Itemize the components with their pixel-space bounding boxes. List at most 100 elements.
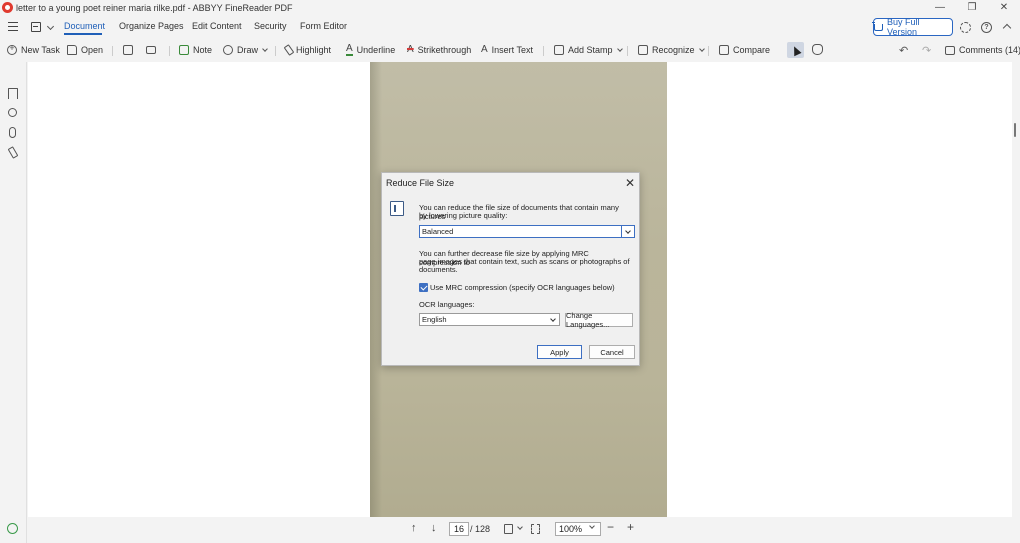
chevron-down-icon xyxy=(589,523,595,529)
chevron-down-icon xyxy=(549,315,556,322)
tab-document[interactable]: Document xyxy=(64,21,105,31)
select-tool-button[interactable] xyxy=(787,42,804,58)
highlighter-icon xyxy=(283,44,295,56)
zoom-select[interactable]: 100% xyxy=(555,522,601,536)
signature-icon[interactable] xyxy=(7,146,19,159)
zoom-value: 100% xyxy=(559,524,583,534)
zoom-out-button[interactable]: − xyxy=(607,520,614,534)
window-controls: — ❐ ✕ xyxy=(924,0,1020,15)
picture-quality-select[interactable]: Balanced xyxy=(419,225,635,238)
open-label: Open xyxy=(81,45,104,55)
menu-bar: Document Organize Pages Edit Content Sec… xyxy=(0,16,1020,38)
abbyy-logo-icon xyxy=(2,2,13,13)
folder-icon xyxy=(67,45,77,55)
toolbar-divider xyxy=(708,46,709,56)
add-stamp-label: Add Stamp xyxy=(568,45,613,55)
insert-text-icon: A xyxy=(481,44,488,55)
chevron-down-icon xyxy=(616,46,623,52)
cancel-button[interactable]: Cancel xyxy=(589,345,635,359)
tab-organize-pages[interactable]: Organize Pages xyxy=(119,21,184,31)
add-stamp-button[interactable]: Add Stamp xyxy=(554,43,623,57)
highlight-label: Highlight xyxy=(296,45,332,55)
compare-button[interactable]: Compare xyxy=(719,43,770,57)
save-options-chevron-icon[interactable] xyxy=(46,22,55,31)
minimize-button[interactable]: — xyxy=(924,0,956,15)
toolbar: New Task Open Note Draw Highlight A Unde… xyxy=(0,39,1020,61)
recognize-button[interactable]: Recognize xyxy=(638,43,705,57)
toolbar-divider xyxy=(169,46,170,56)
compare-icon xyxy=(719,45,729,55)
tab-edit-content[interactable]: Edit Content xyxy=(192,21,242,31)
toolbar-divider xyxy=(627,46,628,56)
apply-button[interactable]: Apply xyxy=(537,345,582,359)
document-icon xyxy=(390,201,404,216)
pointer-icon xyxy=(789,44,802,56)
undo-icon[interactable]: ↶ xyxy=(899,44,908,57)
page-number-input[interactable]: 16 xyxy=(449,522,469,536)
help-icon[interactable]: ? xyxy=(981,22,992,33)
previous-page-button[interactable]: ↑ xyxy=(411,522,417,534)
underline-button[interactable]: A Underline xyxy=(346,43,395,57)
cart-icon xyxy=(872,21,883,31)
status-bar xyxy=(28,517,1012,543)
insert-text-button[interactable]: A Insert Text xyxy=(481,43,533,57)
comments-label: Comments (14) xyxy=(959,45,1020,55)
ocr-dropdown-button[interactable] xyxy=(546,314,559,325)
print-button[interactable] xyxy=(123,43,133,57)
fit-page-icon[interactable] xyxy=(531,524,540,534)
hamburger-menu-icon[interactable] xyxy=(8,22,18,31)
tab-security[interactable]: Security xyxy=(254,21,287,31)
restore-button[interactable]: ❐ xyxy=(956,0,988,15)
window-title: letter to a young poet reiner maria rilk… xyxy=(16,2,293,13)
settings-gear-icon[interactable] xyxy=(960,22,971,33)
tab-form-editor[interactable]: Form Editor xyxy=(300,21,347,31)
search-icon[interactable] xyxy=(8,108,17,117)
mrc-checkbox-label[interactable]: Use MRC compression (specify OCR languag… xyxy=(430,283,644,293)
active-tab-indicator xyxy=(64,33,102,35)
comments-button[interactable]: Comments (14) xyxy=(945,43,1020,57)
new-task-label: New Task xyxy=(21,45,60,55)
chevron-down-icon xyxy=(698,46,705,52)
toolbar-divider xyxy=(275,46,276,56)
recognize-icon xyxy=(638,45,648,55)
buy-full-version-button[interactable]: Buy Full Version xyxy=(872,17,953,37)
draw-label: Draw xyxy=(237,45,259,55)
toolbar-divider xyxy=(112,46,113,56)
title-bar: letter to a young poet reiner maria rilk… xyxy=(0,0,1020,15)
mrc-compression-checkbox[interactable] xyxy=(419,283,428,292)
mrc-text-line-3: documents. xyxy=(419,265,458,274)
strikethrough-label: Strikethrough xyxy=(417,45,472,55)
redo-icon[interactable]: ↷ xyxy=(922,44,931,57)
email-button[interactable] xyxy=(146,43,156,57)
draw-button[interactable]: Draw xyxy=(223,43,268,57)
plus-circle-icon xyxy=(7,43,17,55)
note-label: Note xyxy=(193,45,213,55)
dialog-close-button[interactable]: ✕ xyxy=(625,176,635,190)
comments-icon xyxy=(945,45,955,55)
next-page-button[interactable]: ↓ xyxy=(431,522,437,534)
quality-dropdown-button[interactable] xyxy=(621,226,634,237)
ocr-languages-select[interactable]: English xyxy=(419,313,560,326)
zoom-in-button[interactable]: + xyxy=(627,520,634,534)
underline-icon: A xyxy=(346,43,353,56)
save-icon[interactable] xyxy=(31,22,41,32)
highlight-button[interactable]: Highlight xyxy=(283,43,332,57)
compare-label: Compare xyxy=(733,45,771,55)
note-button[interactable]: Note xyxy=(179,43,212,57)
attachment-icon[interactable] xyxy=(9,127,16,138)
strikethrough-button[interactable]: A Strikethrough xyxy=(407,43,471,57)
close-window-button[interactable]: ✕ xyxy=(988,0,1020,15)
page-view-icon[interactable] xyxy=(504,524,513,534)
new-task-button[interactable]: New Task xyxy=(7,43,60,57)
page-total: / 128 xyxy=(470,524,491,534)
hand-tool-icon[interactable] xyxy=(812,44,823,55)
change-languages-button[interactable]: Change Languages... xyxy=(565,311,633,329)
picture-quality-value: Balanced xyxy=(422,227,454,236)
intro-text-line-2: by lowering picture quality: xyxy=(419,211,508,220)
vertical-scrollbar[interactable] xyxy=(1014,123,1016,137)
bookmark-icon[interactable] xyxy=(8,88,18,99)
dialog-title: Reduce File Size xyxy=(386,178,455,188)
buy-full-version-label: Buy Full Version xyxy=(887,17,920,37)
open-button[interactable]: Open xyxy=(67,43,103,57)
recognize-status-icon[interactable] xyxy=(7,523,18,534)
